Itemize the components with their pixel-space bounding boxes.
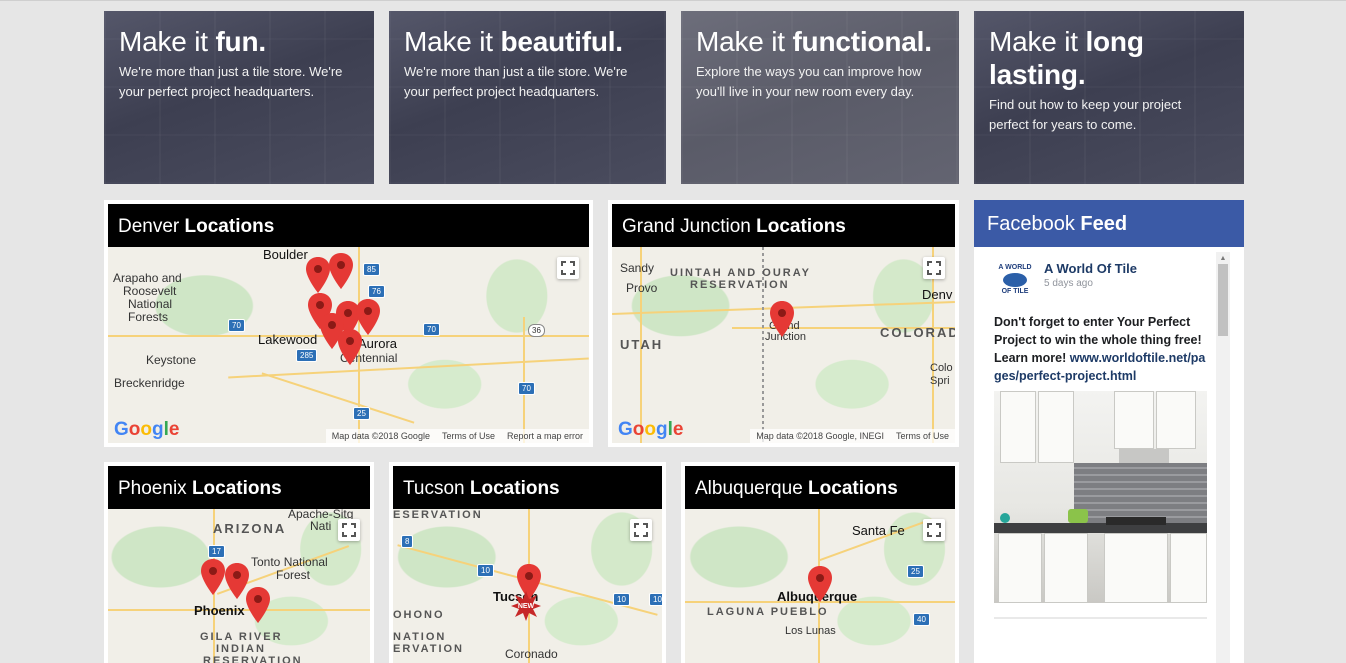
- location-pin-icon[interactable]: [306, 257, 330, 293]
- map-data-text: Map data ©2018 Google: [331, 431, 430, 441]
- terms-link[interactable]: Terms of Use: [896, 431, 949, 441]
- fullscreen-icon[interactable]: [338, 519, 360, 541]
- card-title: Denver Locations: [108, 204, 589, 247]
- scrollbar-thumb[interactable]: [1218, 264, 1228, 336]
- map-label: Breckenridge: [114, 376, 185, 390]
- promo-title: Make it beautiful.: [404, 26, 623, 57]
- map-label: Forests: [128, 310, 169, 324]
- card-title: Grand Junction Locations: [612, 204, 955, 247]
- map-label: Phoenix: [194, 603, 245, 618]
- new-badge-icon[interactable]: NEW: [511, 591, 541, 621]
- facebook-feed-title: Facebook Feed: [974, 200, 1244, 247]
- promo-tile-beautiful[interactable]: Make it beautiful. We're more than just …: [389, 11, 666, 184]
- location-pin-icon[interactable]: [770, 301, 794, 337]
- map-label: ARIZONA: [213, 521, 287, 536]
- location-pin-icon[interactable]: [329, 253, 353, 289]
- map-label: Spri: [930, 375, 950, 387]
- promo-tile-functional[interactable]: Make it functional. Explore the ways you…: [681, 11, 959, 184]
- promo-text: Find out how to keep your project perfec…: [989, 97, 1182, 132]
- google-logo[interactable]: Google: [618, 419, 683, 441]
- denver-map[interactable]: Boulder Arapaho and Roosevelt National F…: [108, 247, 589, 443]
- post-time[interactable]: 5 days ago: [1044, 278, 1137, 289]
- map-label: Santa Fe: [852, 523, 905, 538]
- map-label: Sandy: [620, 261, 655, 275]
- promo-text: We're more than just a tile store. We're…: [404, 64, 628, 99]
- world-of-tile-logo[interactable]: A WORLD OF TILE: [994, 261, 1036, 299]
- map-label: Roosevelt: [123, 284, 177, 298]
- map-label: INDIAN: [216, 643, 266, 655]
- phoenix-map[interactable]: Apache-Sitg Nati ARIZONA Tonto National …: [108, 509, 370, 663]
- map-label: Tonto National: [251, 555, 328, 569]
- map-attribution: Map data ©2018 Google, INEGI Terms of Us…: [750, 429, 955, 443]
- tucson-locations-card: Tucson Locations ESERVATION Tucson OHONO…: [389, 462, 666, 663]
- location-pin-icon[interactable]: [201, 559, 225, 595]
- map-label: UTAH: [620, 337, 664, 352]
- facebook-feed-panel: Facebook Feed A WORLD OF TILE A World Of…: [974, 200, 1244, 663]
- map-label: Denv: [922, 287, 953, 302]
- location-pin-icon[interactable]: [808, 566, 832, 602]
- card-title: Phoenix Locations: [108, 466, 370, 509]
- promo-title: Make it fun.: [119, 26, 266, 57]
- grand-junction-map[interactable]: Sandy Provo UINTAH AND OURAY RESERVATION…: [612, 247, 955, 443]
- map-label: RESERVATION: [690, 279, 790, 291]
- map-label: Nati: [310, 519, 332, 533]
- map-label: Forest: [276, 568, 311, 582]
- promo-text: We're more than just a tile store. We're…: [119, 64, 343, 99]
- map-label: COLORAD: [880, 325, 955, 340]
- denver-locations-card: Denver Locations Boulder Arapaho and Roo…: [104, 200, 593, 447]
- post-text: Don't forget to enter Your Perfect Proje…: [994, 315, 1206, 383]
- map-label: Provo: [626, 281, 658, 295]
- promo-tile-fun[interactable]: Make it fun. We're more than just a tile…: [104, 11, 374, 184]
- map-label: Arapaho and: [113, 271, 182, 285]
- tucson-map[interactable]: ESERVATION Tucson OHONO NATION ERVATION …: [393, 509, 662, 663]
- map-label: UINTAH AND OURAY: [670, 267, 811, 279]
- phoenix-locations-card: Phoenix Locations Apache-Sitg Nati ARIZO…: [104, 462, 374, 663]
- map-label: NATION: [393, 631, 447, 643]
- terms-link[interactable]: Terms of Use: [442, 431, 495, 441]
- location-pin-icon[interactable]: [246, 587, 270, 623]
- google-logo[interactable]: Google: [114, 419, 179, 441]
- card-title: Tucson Locations: [393, 466, 662, 509]
- scroll-up-icon[interactable]: ▲: [1216, 252, 1230, 264]
- map-label: RESERVATION: [203, 655, 303, 663]
- map-label: National: [128, 297, 173, 311]
- promo-tile-long-lasting[interactable]: Make it long lasting. Find out how to ke…: [974, 11, 1244, 184]
- map-label: Lakewood: [258, 332, 318, 347]
- map-label: Keystone: [146, 353, 197, 367]
- albuquerque-locations-card: Albuquerque Locations Santa Fe Albuquerq…: [681, 462, 959, 663]
- fullscreen-icon[interactable]: [557, 257, 579, 279]
- map-label: LAGUNA PUEBLO: [707, 606, 829, 618]
- map-label: Aurora: [358, 336, 398, 351]
- albuquerque-map[interactable]: Santa Fe Albuquerque LAGUNA PUEBLO Los L…: [685, 509, 955, 663]
- facebook-post[interactable]: A WORLD OF TILE A World Of Tile 5 days a…: [974, 247, 1244, 663]
- promo-title: Make it long lasting.: [989, 26, 1144, 90]
- map-data-text: Map data ©2018 Google, INEGI: [756, 431, 884, 441]
- facebook-feed-scrollbar[interactable]: ▲: [1216, 252, 1230, 663]
- map-label: OHONO: [393, 609, 445, 621]
- promo-text: Explore the ways you can improve how you…: [696, 64, 922, 99]
- fullscreen-icon[interactable]: [923, 257, 945, 279]
- map-label: Boulder: [263, 247, 308, 262]
- grand-junction-locations-card: Grand Junction Locations Sandy Provo UIN…: [608, 200, 959, 447]
- fullscreen-icon[interactable]: [923, 519, 945, 541]
- fullscreen-icon[interactable]: [630, 519, 652, 541]
- map-label: Los Lunas: [785, 625, 836, 637]
- promo-title: Make it functional.: [696, 26, 932, 57]
- location-pin-icon[interactable]: [338, 329, 362, 365]
- map-label: ESERVATION: [393, 509, 483, 521]
- post-photo[interactable]: [994, 391, 1207, 603]
- card-title: Albuquerque Locations: [685, 466, 955, 509]
- report-error-link[interactable]: Report a map error: [507, 431, 583, 441]
- post-divider: [994, 617, 1207, 619]
- map-label: Colo: [930, 362, 953, 374]
- map-label: ERVATION: [393, 643, 465, 655]
- page-name-link[interactable]: A World Of Tile: [1044, 261, 1137, 276]
- map-attribution: Map data ©2018 Google Terms of Use Repor…: [325, 429, 589, 443]
- map-label: Coronado: [505, 647, 558, 661]
- map-label: GILA RIVER: [200, 631, 283, 643]
- new-badge-label: NEW: [517, 602, 535, 610]
